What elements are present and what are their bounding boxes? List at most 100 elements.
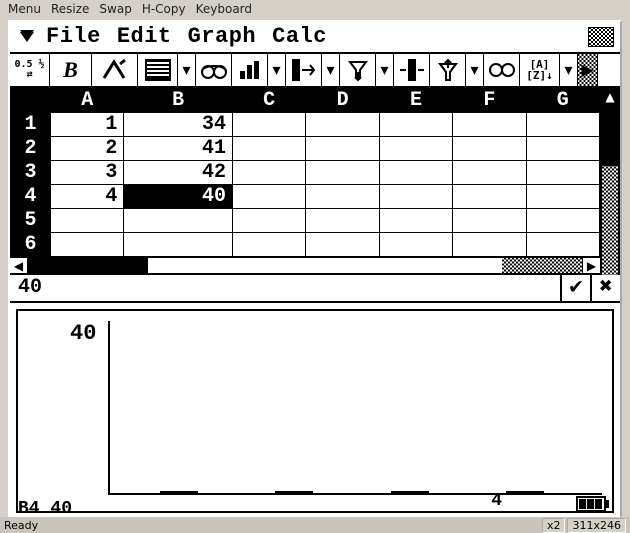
cell[interactable] xyxy=(379,161,452,185)
cell[interactable] xyxy=(453,137,526,161)
cell[interactable] xyxy=(526,113,599,137)
col-center-button[interactable] xyxy=(394,54,430,86)
emu-menu[interactable]: Menu xyxy=(8,2,41,16)
sort-up-button[interactable] xyxy=(430,54,466,86)
cell[interactable]: 1 xyxy=(51,113,124,137)
dropdown-3[interactable]: ▾ xyxy=(322,54,340,86)
menu-edit[interactable]: Edit xyxy=(117,24,172,50)
vscroll-track[interactable] xyxy=(602,166,618,275)
sort-down-button[interactable] xyxy=(340,54,376,86)
cell[interactable] xyxy=(306,209,379,233)
row-header[interactable]: 5 xyxy=(11,209,51,233)
column-header[interactable]: A xyxy=(51,89,124,113)
dropdown-2[interactable]: ▾ xyxy=(268,54,286,86)
cell[interactable]: 3 xyxy=(51,161,124,185)
horizontal-scrollbar[interactable]: ◀ ▶ xyxy=(10,257,600,275)
cell[interactable] xyxy=(306,137,379,161)
dropdown-6[interactable]: ▾ xyxy=(560,54,578,86)
cell[interactable] xyxy=(379,137,452,161)
spreadsheet-grid[interactable]: ABCDEFG 113422413342444056 xyxy=(10,88,600,257)
cell[interactable]: 2 xyxy=(51,137,124,161)
menu-graph[interactable]: Graph xyxy=(188,24,257,50)
cell[interactable] xyxy=(453,209,526,233)
column-header[interactable]: B xyxy=(124,89,233,113)
column-header[interactable]: D xyxy=(306,89,379,113)
cell[interactable] xyxy=(379,113,452,137)
cell[interactable]: 4 xyxy=(51,185,124,209)
menubar: File Edit Graph Calc xyxy=(10,22,620,54)
dropdown-1[interactable]: ▾ xyxy=(178,54,196,86)
cell[interactable] xyxy=(306,113,379,137)
cell[interactable] xyxy=(232,137,305,161)
cell[interactable] xyxy=(306,185,379,209)
scroll-right-icon[interactable]: ▶ xyxy=(582,258,600,273)
cell[interactable] xyxy=(232,233,305,257)
cell[interactable] xyxy=(306,233,379,257)
column-header[interactable]: E xyxy=(379,89,452,113)
scroll-up-icon[interactable]: ▲ xyxy=(602,88,618,106)
lines-button[interactable] xyxy=(138,54,178,86)
format-button[interactable] xyxy=(92,54,138,86)
cell[interactable]: 41 xyxy=(124,137,233,161)
cell[interactable]: 34 xyxy=(124,113,233,137)
cell[interactable] xyxy=(124,209,233,233)
row-header[interactable]: 2 xyxy=(11,137,51,161)
cell[interactable] xyxy=(379,185,452,209)
row-header[interactable]: 4 xyxy=(11,185,51,209)
vscroll-thumb[interactable] xyxy=(602,106,618,166)
cell[interactable] xyxy=(124,233,233,257)
cell[interactable] xyxy=(51,233,124,257)
system-menu-icon[interactable] xyxy=(16,26,38,48)
vertical-scrollbar[interactable]: ▲ xyxy=(600,88,620,275)
menu-calc[interactable]: Calc xyxy=(272,24,327,50)
hscroll-track[interactable] xyxy=(28,258,582,273)
row-header[interactable]: 6 xyxy=(11,233,51,257)
cell[interactable] xyxy=(232,161,305,185)
close-icon[interactable] xyxy=(588,27,614,47)
emu-resize[interactable]: Resize xyxy=(51,2,89,16)
cell[interactable] xyxy=(379,209,452,233)
scroll-left-icon[interactable]: ◀ xyxy=(10,258,28,273)
dropdown-4[interactable]: ▾ xyxy=(376,54,394,86)
emu-swap[interactable]: Swap xyxy=(99,2,131,16)
cell[interactable] xyxy=(51,209,124,233)
menu-file[interactable]: File xyxy=(46,24,101,50)
dropdown-5[interactable]: ▾ xyxy=(466,54,484,86)
cancel-button[interactable]: ✖ xyxy=(590,275,620,301)
cell[interactable] xyxy=(526,161,599,185)
column-header[interactable] xyxy=(11,89,51,113)
view-button[interactable] xyxy=(196,54,232,86)
cell-format-button[interactable]: [A][Z]↓ xyxy=(520,54,560,86)
screen-dims: 311x246 xyxy=(567,518,626,533)
cell[interactable] xyxy=(526,185,599,209)
column-header[interactable]: G xyxy=(526,89,599,113)
col-left-button[interactable] xyxy=(286,54,322,86)
emu-hcopy[interactable]: H-Copy xyxy=(142,2,186,16)
cell[interactable] xyxy=(526,137,599,161)
cell[interactable] xyxy=(453,113,526,137)
fraction-toggle-button[interactable]: 0.5 ½⇄ xyxy=(10,54,50,86)
column-header[interactable]: F xyxy=(453,89,526,113)
cell[interactable]: 40 xyxy=(124,185,233,209)
column-header[interactable]: C xyxy=(232,89,305,113)
cell[interactable] xyxy=(453,233,526,257)
cell[interactable] xyxy=(453,161,526,185)
chart-button[interactable] xyxy=(232,54,268,86)
row-header[interactable]: 3 xyxy=(11,161,51,185)
cell[interactable] xyxy=(232,113,305,137)
cell[interactable] xyxy=(232,185,305,209)
cell[interactable] xyxy=(232,209,305,233)
bold-button[interactable]: B xyxy=(50,54,92,86)
cell[interactable]: 42 xyxy=(124,161,233,185)
cell[interactable] xyxy=(306,161,379,185)
cell[interactable] xyxy=(526,209,599,233)
emu-keyboard[interactable]: Keyboard xyxy=(196,2,252,16)
cell[interactable] xyxy=(526,233,599,257)
formula-value[interactable]: 40 xyxy=(10,275,560,301)
row-header[interactable]: 1 xyxy=(11,113,51,137)
confirm-button[interactable]: ✔ xyxy=(560,275,590,301)
find-button[interactable] xyxy=(484,54,520,86)
cell[interactable] xyxy=(379,233,452,257)
cell[interactable] xyxy=(453,185,526,209)
more-button[interactable]: ▶ xyxy=(578,54,598,86)
